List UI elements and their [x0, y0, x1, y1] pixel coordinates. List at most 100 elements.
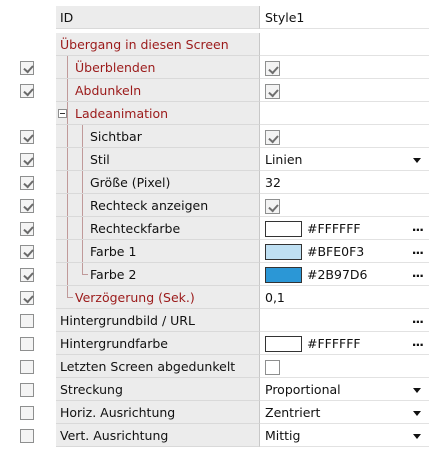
- tree-line: [67, 148, 68, 170]
- row-checkbox[interactable]: [20, 245, 34, 259]
- row-checkbox-cell: [0, 309, 56, 332]
- property-value-cell[interactable]: [260, 194, 429, 217]
- property-name-cell: Stil: [56, 148, 260, 171]
- ellipsis-button[interactable]: ...: [412, 265, 424, 280]
- property-grid: ID Style1 Übergang in diesen Screen Über…: [0, 0, 429, 457]
- id-value[interactable]: Style1: [265, 10, 304, 25]
- row-checkbox[interactable]: [20, 84, 34, 98]
- row-checkbox[interactable]: [20, 406, 34, 420]
- chevron-down-icon[interactable]: [413, 411, 421, 416]
- color-2-picker[interactable]: #2B97D6 ...: [260, 263, 429, 286]
- vertical-alignment-value[interactable]: Mittig: [265, 428, 300, 443]
- color-swatch[interactable]: [265, 221, 302, 237]
- property-row-delay: Verzögerung (Sek.) 0,1: [0, 286, 429, 309]
- property-value-cell[interactable]: Style1: [260, 6, 429, 29]
- vertical-alignment-dropdown[interactable]: Mittig: [260, 424, 429, 447]
- row-checkbox-cell: [0, 401, 56, 424]
- property-name-last-screen-darkened: Letzten Screen abgedunkelt: [60, 359, 236, 374]
- property-name-background-color: Hintergrundfarbe: [60, 336, 168, 351]
- horizontal-alignment-value[interactable]: Zentriert: [265, 405, 320, 420]
- property-name-vertical-alignment: Vert. Ausrichtung: [60, 428, 169, 443]
- rectangle-color-picker[interactable]: #FFFFFF ...: [260, 217, 429, 240]
- ellipsis-button[interactable]: ...: [412, 311, 424, 326]
- row-checkbox[interactable]: [20, 61, 34, 75]
- property-row-stretch: Streckung Proportional: [0, 378, 429, 401]
- size-input[interactable]: 32: [260, 171, 429, 194]
- property-row-background-image: Hintergrundbild / URL ...: [0, 309, 429, 332]
- property-name-cell: Verzögerung (Sek.): [56, 286, 260, 309]
- property-value-cell[interactable]: [260, 355, 429, 378]
- tree-line: [67, 56, 68, 78]
- stretch-value[interactable]: Proportional: [265, 382, 341, 397]
- row-checkbox[interactable]: [20, 383, 34, 397]
- style-dropdown[interactable]: Linien: [260, 148, 429, 171]
- tree-line: [67, 102, 68, 124]
- row-checkbox[interactable]: [20, 176, 34, 190]
- row-checkbox[interactable]: [20, 291, 34, 305]
- property-name-cell: Streckung: [56, 378, 260, 401]
- row-checkbox-cell: [0, 263, 56, 286]
- property-name-darken: Abdunkeln: [75, 83, 142, 98]
- property-value-cell[interactable]: [260, 79, 429, 102]
- crossfade-checkbox[interactable]: [265, 61, 280, 76]
- row-checkbox-cell: [0, 286, 56, 309]
- row-checkbox[interactable]: [20, 429, 34, 443]
- chevron-down-icon[interactable]: [413, 434, 421, 439]
- collapse-icon[interactable]: [58, 109, 67, 118]
- color-1-picker[interactable]: #BFE0F3 ...: [260, 240, 429, 263]
- color-swatch[interactable]: [265, 336, 302, 352]
- row-checkbox[interactable]: [20, 360, 34, 374]
- row-checkbox-cell: [0, 148, 56, 171]
- property-name-size: Größe (Pixel): [90, 175, 171, 190]
- style-value[interactable]: Linien: [265, 152, 302, 167]
- chevron-down-icon[interactable]: [413, 158, 421, 163]
- background-color-picker[interactable]: #FFFFFF ...: [260, 332, 429, 355]
- visible-checkbox[interactable]: [265, 130, 280, 145]
- property-name-color-2: Farbe 2: [90, 267, 137, 282]
- tree-line: [82, 217, 83, 239]
- row-checkbox-cell: [0, 102, 56, 125]
- row-checkbox-cell: [0, 194, 56, 217]
- background-image-input[interactable]: ...: [260, 309, 429, 332]
- tree-line: [67, 286, 73, 298]
- size-value[interactable]: 32: [265, 175, 281, 190]
- property-name-delay: Verzögerung (Sek.): [75, 290, 195, 305]
- property-row-darken: Abdunkeln: [0, 79, 429, 102]
- row-checkbox[interactable]: [20, 314, 34, 328]
- row-checkbox[interactable]: [20, 153, 34, 167]
- darken-checkbox[interactable]: [265, 84, 280, 99]
- last-screen-darkened-checkbox[interactable]: [265, 360, 280, 375]
- property-value-cell[interactable]: [260, 56, 429, 79]
- property-name-transition: Übergang in diesen Screen: [60, 37, 229, 52]
- row-checkbox-cell: [0, 171, 56, 194]
- property-name-cell: Abdunkeln: [56, 79, 260, 102]
- property-name-show-rectangle: Rechteck anzeigen: [90, 198, 209, 213]
- ellipsis-button[interactable]: ...: [412, 219, 424, 234]
- row-checkbox-cell: [0, 378, 56, 401]
- chevron-down-icon[interactable]: [413, 388, 421, 393]
- property-name-cell: Hintergrundfarbe: [56, 332, 260, 355]
- color-swatch[interactable]: [265, 244, 302, 260]
- row-checkbox-cell: [0, 240, 56, 263]
- delay-value[interactable]: 0,1: [265, 290, 285, 305]
- horizontal-alignment-dropdown[interactable]: Zentriert: [260, 401, 429, 424]
- ellipsis-button[interactable]: ...: [412, 334, 424, 349]
- property-name-horizontal-alignment: Horiz. Ausrichtung: [60, 405, 176, 420]
- delay-input[interactable]: 0,1: [260, 286, 429, 309]
- ellipsis-button[interactable]: ...: [412, 242, 424, 257]
- tree-line: [82, 171, 83, 193]
- row-checkbox[interactable]: [20, 199, 34, 213]
- property-row-last-screen-darkened: Letzten Screen abgedunkelt: [0, 355, 429, 378]
- tree-line: [82, 240, 83, 262]
- property-value-cell[interactable]: [260, 125, 429, 148]
- tree-line: [82, 148, 83, 170]
- row-checkbox[interactable]: [20, 337, 34, 351]
- stretch-dropdown[interactable]: Proportional: [260, 378, 429, 401]
- row-checkbox[interactable]: [20, 222, 34, 236]
- show-rectangle-checkbox[interactable]: [265, 199, 280, 214]
- property-value-cell: [260, 102, 429, 125]
- color-swatch[interactable]: [265, 267, 302, 283]
- property-row-size: Größe (Pixel) 32: [0, 171, 429, 194]
- row-checkbox[interactable]: [20, 268, 34, 282]
- row-checkbox[interactable]: [20, 130, 34, 144]
